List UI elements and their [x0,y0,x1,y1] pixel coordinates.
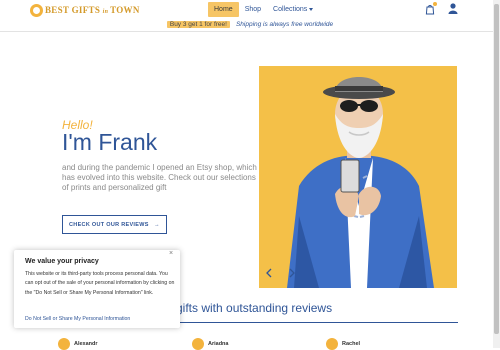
portrait-illustration [259,66,457,288]
hero-name: Frank [91,129,158,155]
reviewer-card: Ariadna [192,338,228,350]
arrow-right-icon: → [154,221,160,228]
nav-home[interactable]: Home [208,2,239,17]
reviewer-name: Ariadna [208,341,229,347]
avatar [326,338,338,350]
promo-bar: Buy 3 get 1 for free! Shipping is always … [0,19,500,30]
nav-shop[interactable]: Shop [239,2,267,17]
chevron-right-icon[interactable] [288,268,296,278]
privacy-body: This website or its third-party tools pr… [25,271,175,296]
hero-title: I'm Frank [62,129,157,156]
promo-shipping: Shipping is always free worldwide [235,21,334,28]
avatar [192,338,204,350]
avatar [58,338,70,350]
page-scrollbar[interactable] [493,0,500,348]
reviewer-card: Alexandr [58,338,98,350]
chevron-down-icon [309,7,314,11]
hero-im: I'm [62,129,92,155]
section-title: gifts with outstanding reviews [176,301,333,315]
user-icon[interactable] [448,3,458,14]
reviewer-card: Rachel [326,338,360,350]
section-underline [170,322,458,323]
privacy-popup: × We value your privacy This website or … [14,250,180,328]
logo-mark-icon [30,3,43,17]
promo-offer: Buy 3 get 1 for free! [166,21,230,28]
scrollbar-thumb[interactable] [494,4,499,334]
reviewer-name: Alexandr [74,341,98,347]
check-reviews-button[interactable]: CHECK OUT OUR REVIEWS → [62,215,167,234]
site-logo[interactable]: BEST GIFTS in TOWN [30,2,140,18]
logo-text: BEST GIFTS in TOWN [45,5,140,15]
cart-badge [433,2,437,6]
hero-portrait-image [259,66,457,288]
navbar: BEST GIFTS in TOWN Home Shop Collections [0,0,500,20]
main-nav: Home Shop Collections [208,2,319,17]
privacy-title: We value your privacy [25,258,99,265]
close-icon[interactable]: × [169,250,173,257]
header-divider [0,31,493,32]
nav-collections[interactable]: Collections [267,2,319,17]
do-not-sell-link[interactable]: Do Not Sell or Share My Personal Informa… [25,316,130,322]
reviewer-name: Rachel [342,341,361,347]
chevron-left-icon[interactable] [265,268,273,278]
hero-subtitle: and during the pandemic I opened an Etsy… [62,163,257,192]
